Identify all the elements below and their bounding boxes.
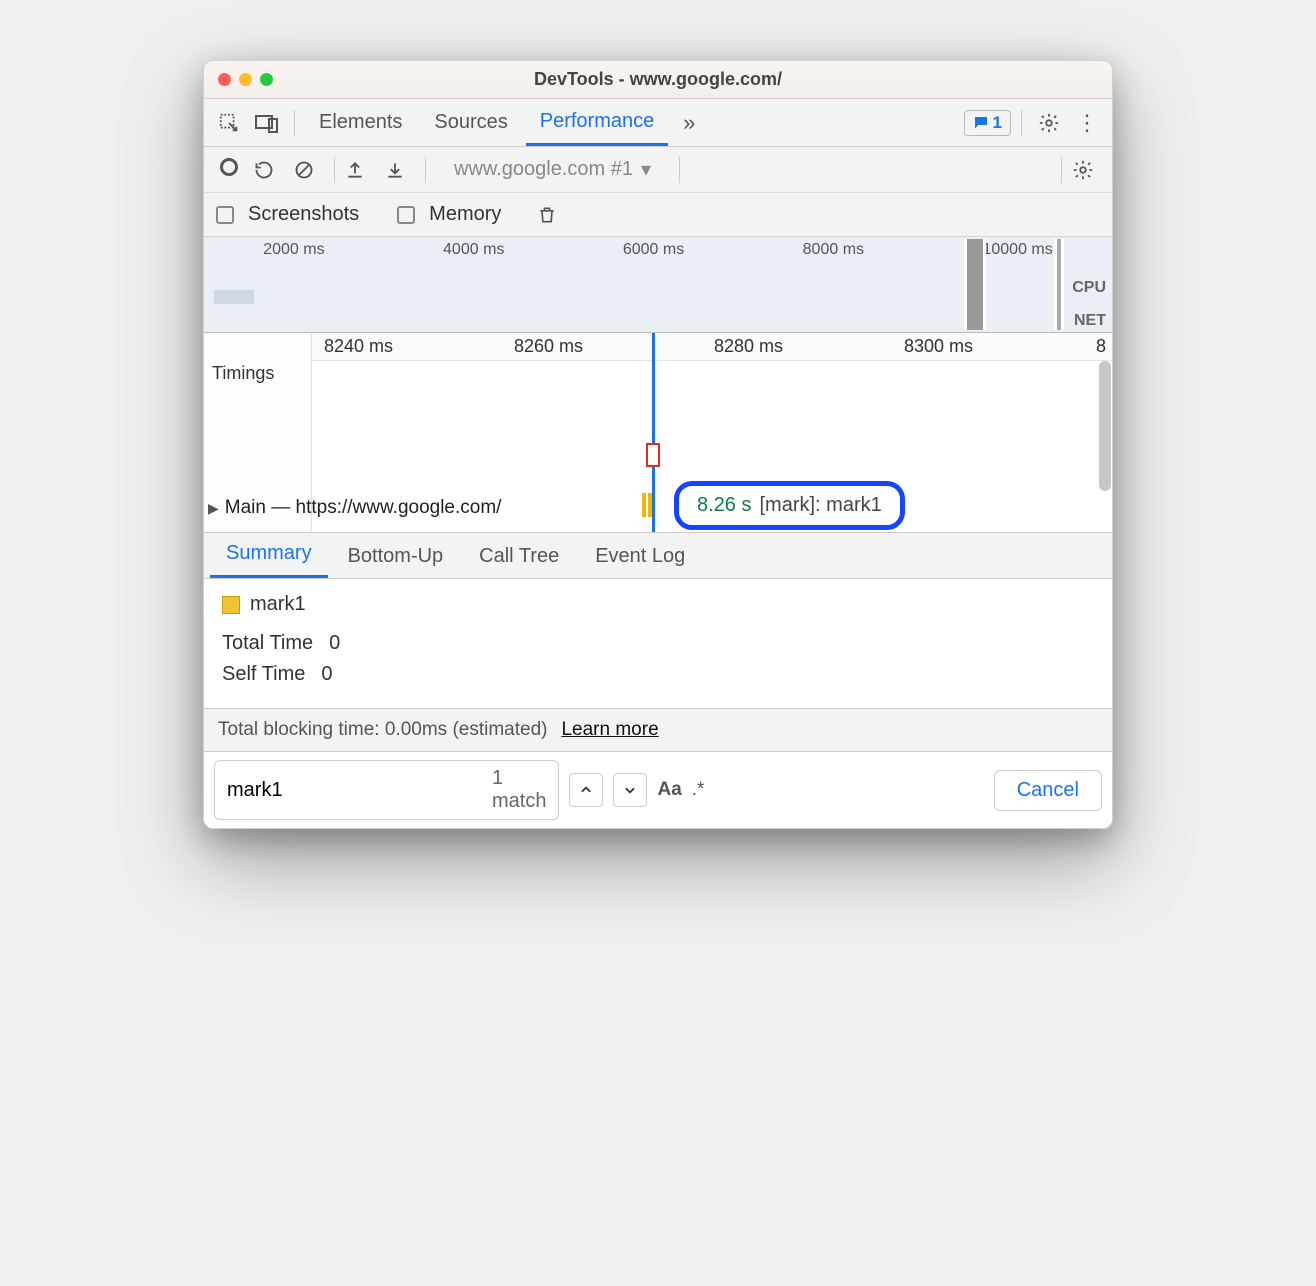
memory-label: Memory [429,203,501,226]
capture-options: Screenshots Memory [204,193,1112,237]
tab-elements[interactable]: Elements [305,99,416,146]
settings-gear-icon[interactable] [1032,106,1066,140]
total-time-value: 0 [329,632,340,655]
cpu-overview-graph [214,290,254,304]
search-bar: 1 match Aa .* Cancel [204,752,1112,828]
event-color-swatch [222,596,240,614]
event-name: mark1 [250,593,306,616]
blocking-time-row: Total blocking time: 0.00ms (estimated) … [204,709,1112,752]
more-tabs-icon[interactable]: » [672,106,706,140]
self-time-value: 0 [321,663,332,686]
mark-tooltip: 8.26 s [mark]: mark1 [674,481,905,530]
clear-button[interactable] [294,160,324,180]
timings-label: Timings [204,363,311,463]
main-thread-row[interactable]: ▶ Main — https://www.google.com/ [208,497,1112,519]
download-profile-icon[interactable] [385,160,415,180]
search-match-count: 1 match [492,767,546,813]
kebab-menu-icon[interactable]: ⋮ [1070,106,1104,140]
detail-tick: 8260 ms [514,336,583,357]
total-time-label: Total Time [222,632,313,655]
upload-profile-icon[interactable] [345,160,375,180]
detail-tick: 8300 ms [904,336,973,357]
trash-icon[interactable] [537,204,557,226]
timeline-overview[interactable]: 2000 ms 4000 ms 6000 ms 8000 ms 10000 ms… [204,237,1112,333]
search-input[interactable] [227,779,492,802]
self-time-label: Self Time [222,663,305,686]
record-button[interactable] [214,158,244,182]
tab-performance[interactable]: Performance [526,99,669,146]
device-toolbar-icon[interactable] [250,106,284,140]
search-box: 1 match [214,760,559,820]
timing-marker[interactable] [646,443,660,467]
comment-count: 1 [993,113,1002,133]
titlebar: DevTools - www.google.com/ [204,61,1112,99]
profile-select[interactable]: www.google.com #1 ▾ [436,157,669,182]
blocking-text: Total blocking time: 0.00ms (estimated) [218,719,547,741]
search-next-button[interactable] [613,773,647,807]
inspect-element-icon[interactable] [212,106,246,140]
ov-tick: 2000 ms [263,241,324,259]
net-label: NET [1074,312,1106,330]
ov-tick: 6000 ms [623,241,684,259]
tab-summary[interactable]: Summary [210,532,328,578]
mark-text: [mark]: mark1 [759,494,881,517]
window-title: DevTools - www.google.com/ [204,69,1112,90]
capture-settings-gear-icon[interactable] [1072,159,1102,181]
details-tabbar: Summary Bottom-Up Call Tree Event Log [204,533,1112,579]
screenshots-checkbox[interactable] [216,206,234,224]
tab-call-tree[interactable]: Call Tree [463,535,575,578]
cancel-button[interactable]: Cancel [994,770,1102,811]
detail-tick: 8280 ms [714,336,783,357]
tab-sources[interactable]: Sources [420,99,521,146]
comments-badge[interactable]: 1 [964,110,1011,136]
reload-record-button[interactable] [254,160,284,180]
overview-window-handle[interactable] [964,239,986,330]
devtools-window: DevTools - www.google.com/ Elements Sour… [203,60,1113,829]
flame-chart[interactable]: ms Frames 8240 ms 8260 ms 8280 ms 8300 m… [204,333,1112,533]
expand-triangle-icon[interactable]: ▶ [208,500,219,517]
screenshots-label: Screenshots [248,203,359,226]
main-tabbar: Elements Sources Performance » 1 ⋮ [204,99,1112,147]
dropdown-caret-icon: ▾ [641,157,651,182]
scrollbar-thumb[interactable] [1099,361,1111,491]
overview-window-handle[interactable] [1054,239,1064,330]
perf-toolbar: www.google.com #1 ▾ [204,147,1112,193]
tab-bottom-up[interactable]: Bottom-Up [332,535,460,578]
memory-checkbox[interactable] [397,206,415,224]
ov-tick: 8000 ms [803,241,864,259]
learn-more-link[interactable]: Learn more [561,719,658,741]
detail-tick: 8 [1096,336,1106,357]
tab-event-log[interactable]: Event Log [579,535,701,578]
regex-toggle[interactable]: .* [692,779,705,801]
summary-panel: mark1 Total Time 0 Self Time 0 [204,579,1112,709]
ov-tick: 10000 ms [982,241,1052,259]
match-case-toggle[interactable]: Aa [657,779,681,801]
ov-tick: 4000 ms [443,241,504,259]
detail-tick: 8240 ms [324,336,393,357]
cpu-label: CPU [1072,279,1106,297]
search-prev-button[interactable] [569,773,603,807]
mark-time: 8.26 s [697,494,751,517]
